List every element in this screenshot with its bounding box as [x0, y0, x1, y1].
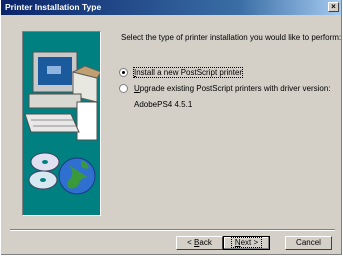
- next-button[interactable]: Next >: [223, 236, 270, 250]
- back-button-prefix: <: [187, 238, 195, 247]
- wizard-illustration: [22, 31, 101, 216]
- computer-and-cd-illustration: [24, 51, 100, 195]
- back-button-rest: ack: [199, 238, 212, 247]
- cancel-button-label: Cancel: [296, 238, 321, 247]
- option-install-new[interactable]: Install a new PostScript printer: [119, 67, 244, 78]
- option-install-new-label: Install a new PostScript printer: [132, 67, 244, 78]
- footer-separator: [10, 229, 335, 231]
- option-upgrade-label: Upgrade existing PostScript printers wit…: [134, 84, 331, 93]
- option-upgrade-existing[interactable]: Upgrade existing PostScript printers wit…: [119, 84, 331, 93]
- back-button[interactable]: < Back: [176, 236, 223, 250]
- cancel-button[interactable]: Cancel: [285, 236, 332, 250]
- window-title: Printer Installation Type: [5, 2, 102, 12]
- next-button-label: Next >: [230, 237, 263, 248]
- option-upgrade-text: pgrade existing PostScript printers with…: [139, 84, 331, 93]
- title-bar[interactable]: Printer Installation Type ×: [1, 0, 341, 15]
- close-icon: ×: [331, 2, 336, 11]
- next-button-rest: ext >: [240, 238, 259, 247]
- printer-installation-dialog: Printer Installation Type × Select the t…: [1, 0, 342, 255]
- option-install-new-text: nstall a new PostScript printer: [136, 68, 243, 77]
- radio-upgrade-existing[interactable]: [119, 84, 128, 93]
- close-button[interactable]: ×: [328, 2, 339, 12]
- radio-install-new[interactable]: [119, 68, 128, 77]
- driver-version: AdobePS4 4.5.1: [134, 100, 193, 109]
- instruction-text: Select the type of printer installation …: [121, 33, 342, 42]
